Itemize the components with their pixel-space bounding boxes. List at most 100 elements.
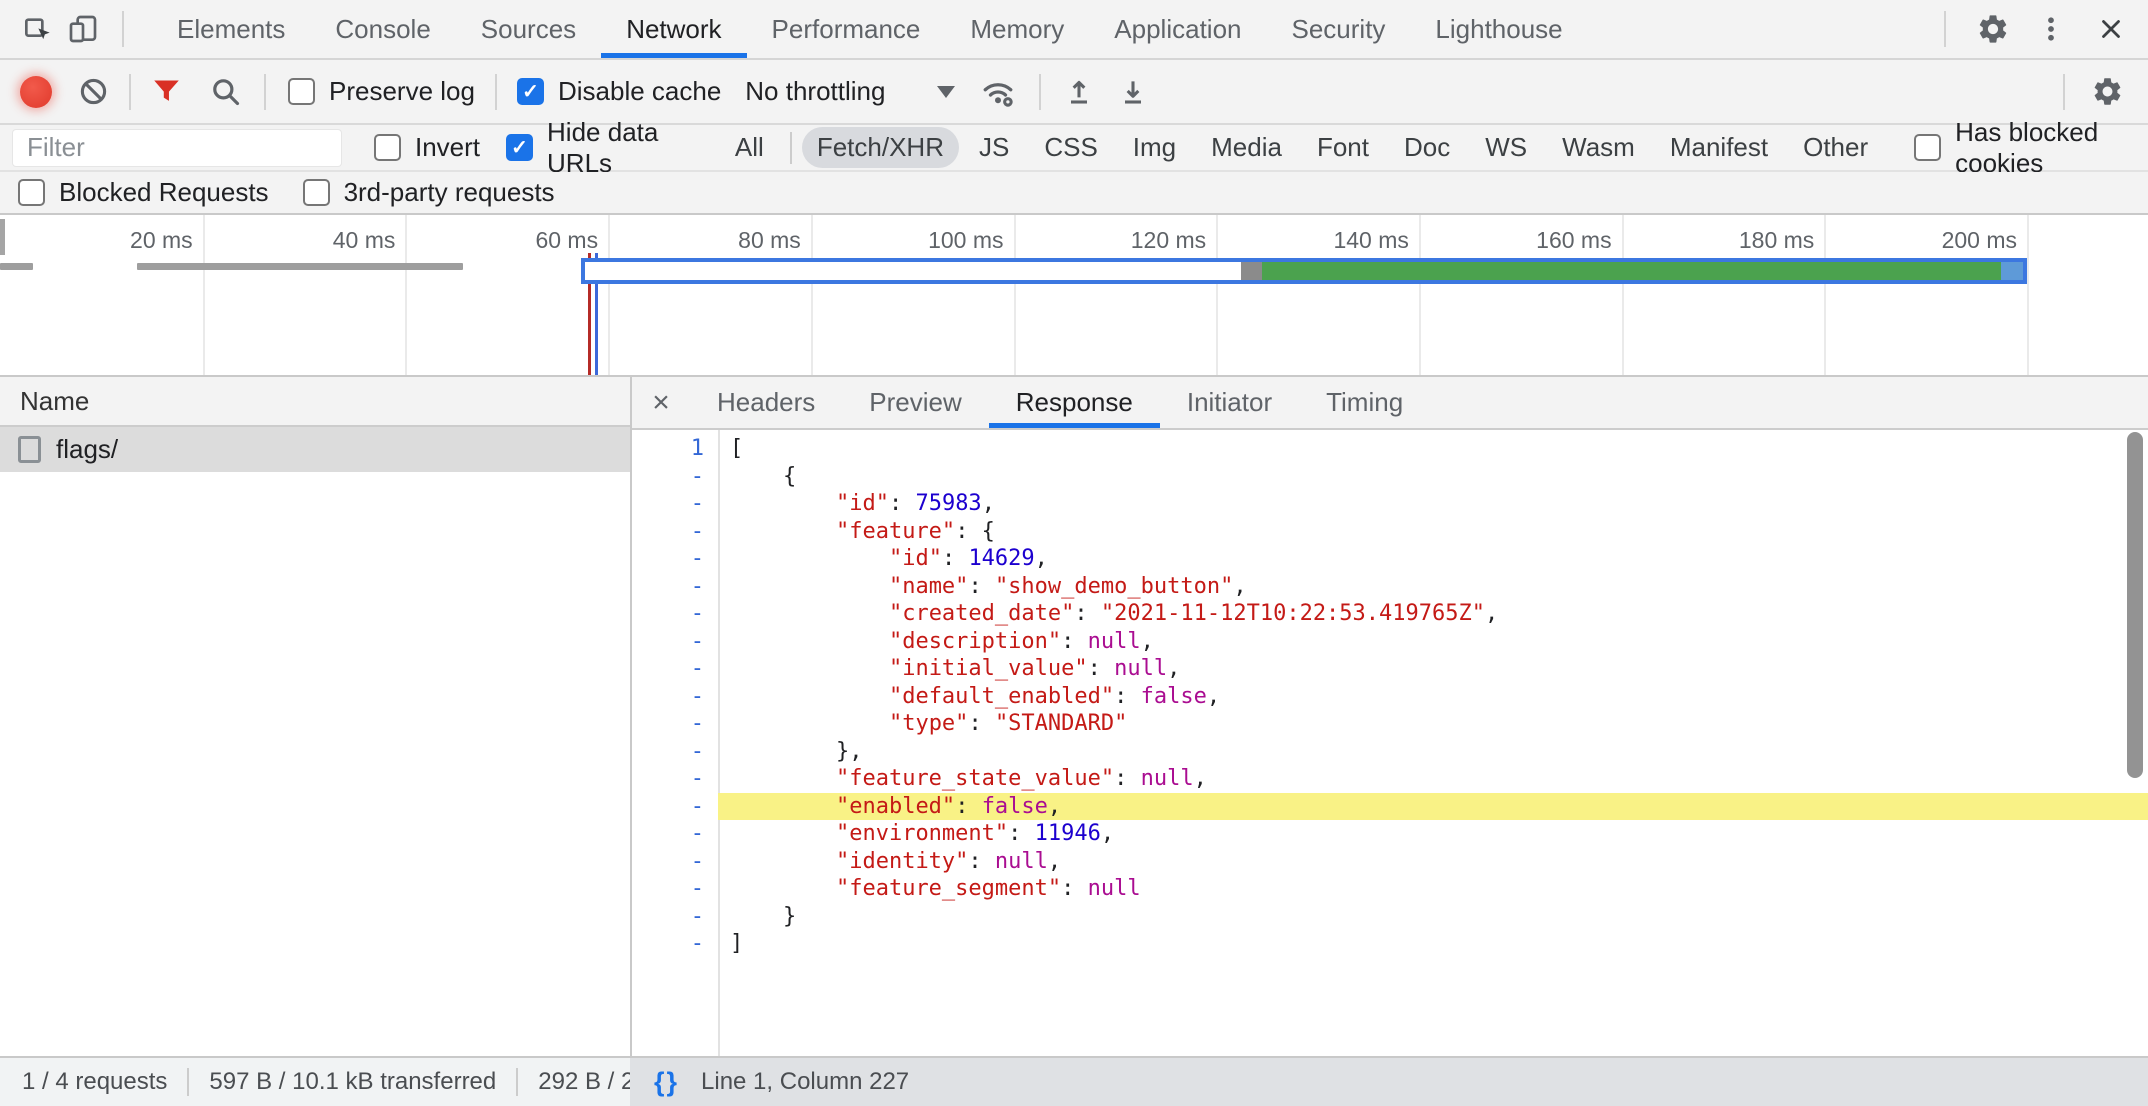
third-party-requests-checkbox[interactable]: 3rd-party requests (303, 177, 555, 208)
devtools-window: ElementsConsoleSourcesNetworkPerformance… (0, 0, 2148, 1106)
table-row-flags[interactable]: flags/ (0, 427, 630, 472)
checkbox (303, 179, 330, 206)
network-conditions-button[interactable] (979, 74, 1017, 110)
filter-type-doc[interactable]: Doc (1389, 127, 1465, 168)
export-har-button[interactable] (1117, 76, 1149, 108)
overview-tick-label: 200 ms (1867, 227, 2017, 254)
inspect-element-button[interactable] (14, 6, 60, 52)
line-number: - (632, 738, 718, 766)
close-detail-button[interactable]: × (632, 377, 690, 428)
filter-type-js[interactable]: JS (964, 127, 1024, 168)
tab-security[interactable]: Security (1267, 0, 1411, 58)
more-options-button[interactable] (2028, 6, 2074, 52)
request-type-filters: All Fetch/XHRJSCSSImgMediaFontDocWSWasmMa… (720, 127, 1888, 168)
filter-input[interactable] (12, 129, 342, 167)
timeline-overview[interactable]: 20 ms40 ms60 ms80 ms100 ms120 ms140 ms16… (0, 215, 2148, 377)
filter-type-css[interactable]: CSS (1029, 127, 1112, 168)
response-code: 1[- {- "id": 75983,- "feature": {- "id":… (632, 435, 2148, 958)
tab-sources[interactable]: Sources (456, 0, 601, 58)
line-number: - (632, 710, 718, 738)
toolbar-divider (1944, 11, 1946, 47)
code-line: "feature_state_value": null, (718, 765, 2148, 793)
scrollbar-thumb[interactable] (2127, 432, 2143, 778)
tab-application[interactable]: Application (1089, 0, 1266, 58)
code-line: "id": 14629, (718, 545, 2148, 573)
response-body-viewer: 1[- {- "id": 75983,- "feature": {- "id":… (632, 430, 2148, 1056)
name-column-label: Name (20, 386, 89, 417)
toolbar-divider (2063, 74, 2065, 110)
record-icon (20, 76, 52, 108)
waterfall-segment-waiting (585, 262, 1241, 280)
preserve-log-checkbox[interactable]: Preserve log (288, 76, 475, 107)
detail-tab-preview[interactable]: Preview (842, 377, 988, 428)
blocked-requests-checkbox[interactable]: Blocked Requests (18, 177, 269, 208)
pretty-print-button[interactable]: {} (654, 1067, 679, 1098)
name-column-header[interactable]: Name (0, 377, 630, 427)
overview-tick-label: 140 ms (1259, 227, 1409, 254)
throttling-select[interactable]: No throttling (745, 76, 955, 107)
toolbar-divider (122, 11, 124, 47)
network-settings-button[interactable] (2091, 75, 2124, 108)
filter-type-font[interactable]: Font (1302, 127, 1384, 168)
tab-memory[interactable]: Memory (945, 0, 1089, 58)
overview-tick-label: 160 ms (1462, 227, 1612, 254)
detail-tab-headers[interactable]: Headers (690, 377, 842, 428)
code-row: - "environment": 11946, (632, 820, 2148, 848)
disable-cache-checkbox[interactable]: Disable cache (517, 76, 721, 107)
hide-data-urls-checkbox[interactable]: Hide data URLs (506, 117, 694, 179)
filter-type-img[interactable]: Img (1118, 127, 1191, 168)
request-options-row: Blocked Requests 3rd-party requests (0, 172, 2148, 215)
funnel-icon (151, 76, 182, 107)
upload-icon (1063, 76, 1095, 108)
status-item: 1 / 4 requests (0, 1068, 187, 1096)
overview-selected-request-bar (581, 258, 2027, 284)
network-conditions-icon (979, 74, 1017, 110)
status-bar: 1 / 4 requests597 B / 10.1 kB transferre… (0, 1056, 2148, 1106)
close-devtools-button[interactable] (2088, 6, 2134, 52)
filter-type-manifest[interactable]: Manifest (1655, 127, 1783, 168)
detail-tab-timing[interactable]: Timing (1299, 377, 1430, 428)
tab-console[interactable]: Console (310, 0, 455, 58)
filter-bar: Invert Hide data URLs AllFetch/XHRJSCSSI… (0, 125, 2148, 172)
device-toolbar-button[interactable] (60, 6, 106, 52)
code-row: - "description": null, (632, 628, 2148, 656)
filter-toggle-button[interactable] (151, 76, 182, 107)
filter-type-all[interactable]: All (720, 127, 779, 168)
tab-performance[interactable]: Performance (747, 0, 946, 58)
filter-type-wasm[interactable]: Wasm (1547, 127, 1650, 168)
filter-type-other[interactable]: Other (1788, 127, 1883, 168)
code-row: - "feature": { (632, 518, 2148, 546)
code-line: "feature": { (718, 518, 2148, 546)
requests-summary: 1 / 4 requests597 B / 10.1 kB transferre… (0, 1056, 630, 1106)
overview-tick-label: 120 ms (1056, 227, 1206, 254)
invert-filter-checkbox[interactable]: Invert (374, 132, 480, 163)
tab-network[interactable]: Network (601, 0, 746, 58)
code-row: - "id": 14629, (632, 545, 2148, 573)
import-har-button[interactable] (1063, 76, 1095, 108)
code-line: "default_enabled": false, (718, 683, 2148, 711)
detail-tab-initiator[interactable]: Initiator (1160, 377, 1299, 428)
overview-gridline (1014, 215, 1016, 375)
line-number: - (632, 848, 718, 876)
devtools-settings-button[interactable] (1970, 6, 2016, 52)
filter-type-media[interactable]: Media (1196, 127, 1297, 168)
code-line: "identity": null, (718, 848, 2148, 876)
throttling-value: No throttling (745, 76, 885, 107)
code-row: - { (632, 463, 2148, 491)
network-main-area: Name flags/ × HeadersPreviewResponseInit… (0, 377, 2148, 1056)
detail-tab-response[interactable]: Response (989, 377, 1160, 428)
overview-gridline (203, 215, 205, 375)
search-network-button[interactable] (210, 76, 242, 108)
filter-type-ws[interactable]: WS (1470, 127, 1542, 168)
overview-tick-label: 100 ms (854, 227, 1004, 254)
clear-network-log-button[interactable] (78, 76, 109, 107)
device-toolbar-icon (67, 13, 99, 45)
record-network-log-button[interactable] (20, 76, 52, 108)
line-number: - (632, 545, 718, 573)
code-row: - "enabled": false, (632, 793, 2148, 821)
tab-lighthouse[interactable]: Lighthouse (1410, 0, 1587, 58)
tab-elements[interactable]: Elements (152, 0, 310, 58)
overview-gridline (608, 215, 610, 375)
has-blocked-cookies-checkbox[interactable]: Has blocked cookies (1914, 117, 2148, 179)
filter-type-fetch-xhr[interactable]: Fetch/XHR (802, 127, 959, 168)
